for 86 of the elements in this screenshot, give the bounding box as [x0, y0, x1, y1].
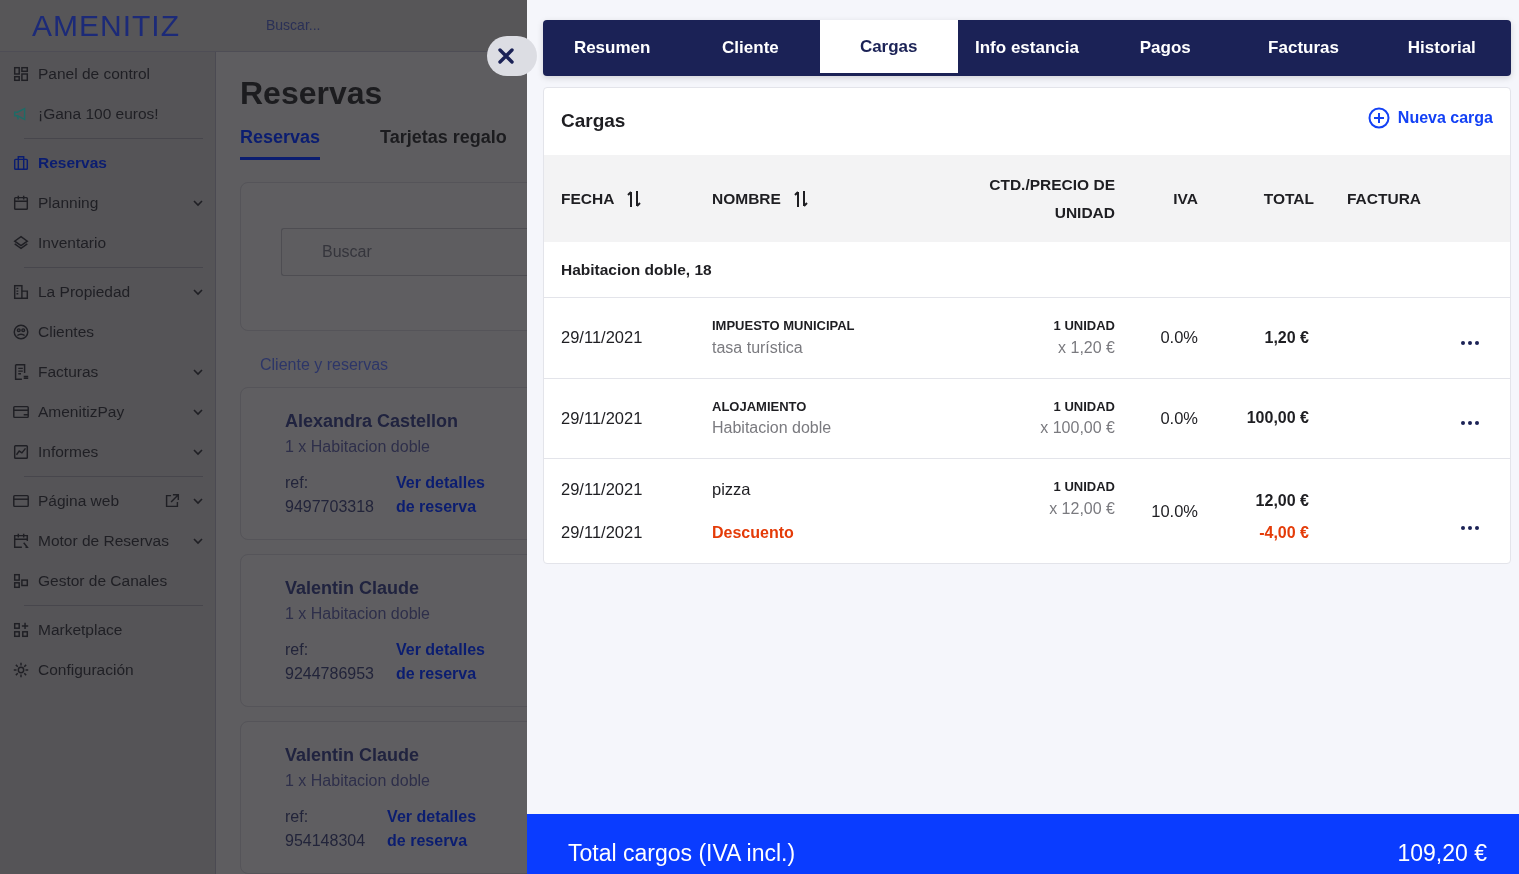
- charge-description: Habitacion doble: [712, 418, 833, 438]
- guest-name: Alexandra Castellon: [285, 410, 460, 434]
- ref-number: 954148304: [285, 831, 366, 852]
- card-icon: [12, 403, 30, 421]
- face-icon: [12, 323, 30, 341]
- guest-name: Valentin Claude: [285, 577, 421, 601]
- chevron-down-icon: [193, 368, 203, 376]
- ref-label: ref:: [285, 473, 310, 494]
- charge-name: ALOJAMIENTO: [712, 397, 808, 416]
- tab[interactable]: Pagos: [1096, 20, 1235, 76]
- chevron-down-icon: [193, 537, 203, 545]
- tab[interactable]: Resumen: [543, 20, 682, 76]
- details-link[interactable]: Ver detalles de reserva: [387, 805, 498, 854]
- calendar-icon: [12, 194, 30, 212]
- chevron-down-icon: [193, 448, 203, 456]
- close-icon: [497, 47, 515, 65]
- briefcase-icon: [12, 154, 30, 172]
- total-cell-text: 100,00 €: [1246, 408, 1309, 429]
- total-label: Total cargos (IVA incl.): [568, 838, 796, 868]
- column-header: IVA: [1173, 189, 1198, 207]
- total-amount: 109,20 €: [1397, 838, 1487, 868]
- blocks-icon: [12, 572, 30, 590]
- tab[interactable]: Historial: [1372, 20, 1511, 76]
- dashboard-icon: [12, 65, 30, 83]
- column-header[interactable]: NOMBRE: [712, 186, 781, 211]
- details-link[interactable]: Ver detalles de reserva: [396, 471, 506, 520]
- chevron-down-icon: [193, 199, 203, 207]
- ref-label: ref:: [285, 807, 310, 828]
- vat-cell-text: 0.0%: [1159, 327, 1198, 349]
- more-icon: [1461, 340, 1479, 345]
- unit-price: x 1,20 €: [1057, 337, 1115, 358]
- more-icon: [1461, 421, 1479, 426]
- layers-icon: [12, 234, 30, 252]
- tab[interactable]: Facturas: [1234, 20, 1373, 76]
- group-title: Habitacion doble, 18: [544, 242, 1510, 298]
- more-icon: [1461, 526, 1479, 531]
- quantity: 1 UNIDAD: [1052, 317, 1115, 335]
- grid-plus-icon: [12, 621, 30, 639]
- quantity: 1 UNIDAD: [1052, 478, 1115, 496]
- tab[interactable]: Reservas: [240, 124, 321, 161]
- sort-icon[interactable]: [792, 189, 809, 208]
- total-cell-text: 12,00 €: [1255, 491, 1309, 511]
- date-cell-text: 29/11/2021: [561, 479, 644, 500]
- chart-icon: [12, 443, 30, 461]
- add-icon: [1367, 106, 1390, 129]
- discount-name: Descuento: [712, 523, 795, 543]
- details-link[interactable]: Ver detalles de reserva: [396, 638, 506, 687]
- date-cell-text: 29/11/2021: [561, 327, 644, 349]
- page-title: Reservas: [240, 74, 384, 113]
- chevron-down-icon: [193, 497, 203, 505]
- external-link-icon: [163, 492, 181, 510]
- tab[interactable]: Cliente: [681, 20, 820, 76]
- ref-number: 9497703318: [285, 497, 374, 518]
- building-icon: [12, 283, 30, 301]
- total-cell-text: 1,20 €: [1264, 327, 1309, 348]
- new-charge-button[interactable]: Nueva carga: [1367, 105, 1493, 130]
- ref-number: 9244786953: [285, 664, 374, 685]
- chevron-down-icon: [193, 288, 203, 296]
- quantity: 1 UNIDAD: [1052, 397, 1115, 416]
- discount-amount: -4,00 €: [1259, 523, 1309, 543]
- chevron-down-icon: [193, 408, 203, 416]
- invoice-icon: [12, 363, 30, 381]
- tab[interactable]: Cargas: [819, 20, 958, 76]
- browser-icon: [12, 492, 30, 510]
- card-title: Cargas: [561, 109, 626, 134]
- logo[interactable]: AMENITIZ: [0, 10, 216, 41]
- charge-description: tasa turística: [712, 337, 804, 358]
- unit-price: x 100,00 €: [1039, 418, 1115, 438]
- column-header: TOTAL: [1263, 189, 1314, 207]
- column-header: CTD./PRECIO DE UNIDAD: [988, 174, 1115, 223]
- date-cell-text: 29/11/2021: [561, 522, 644, 544]
- ref-label: ref:: [285, 640, 310, 661]
- charge-name: IMPUESTO MUNICIPAL: [712, 317, 856, 335]
- calendar-cursor-icon: [12, 532, 30, 550]
- sort-icon[interactable]: [626, 189, 643, 208]
- unit-price: x 12,00 €: [1048, 498, 1115, 519]
- column-header[interactable]: FECHA: [561, 186, 615, 211]
- vat-cell-text: 0.0%: [1159, 407, 1198, 429]
- sidebar-item[interactable]: Reservas: [8, 143, 203, 183]
- date-cell-text: 29/11/2021: [561, 407, 644, 429]
- charge-name: pizza: [712, 479, 752, 500]
- tab[interactable]: Tarjetas regalo: [380, 124, 507, 161]
- column-header: FACTURA: [1347, 189, 1422, 207]
- guest-name: Valentin Claude: [285, 744, 421, 768]
- tab[interactable]: Info estancia: [957, 20, 1097, 76]
- vat-cell-text: 10.0%: [1150, 500, 1198, 522]
